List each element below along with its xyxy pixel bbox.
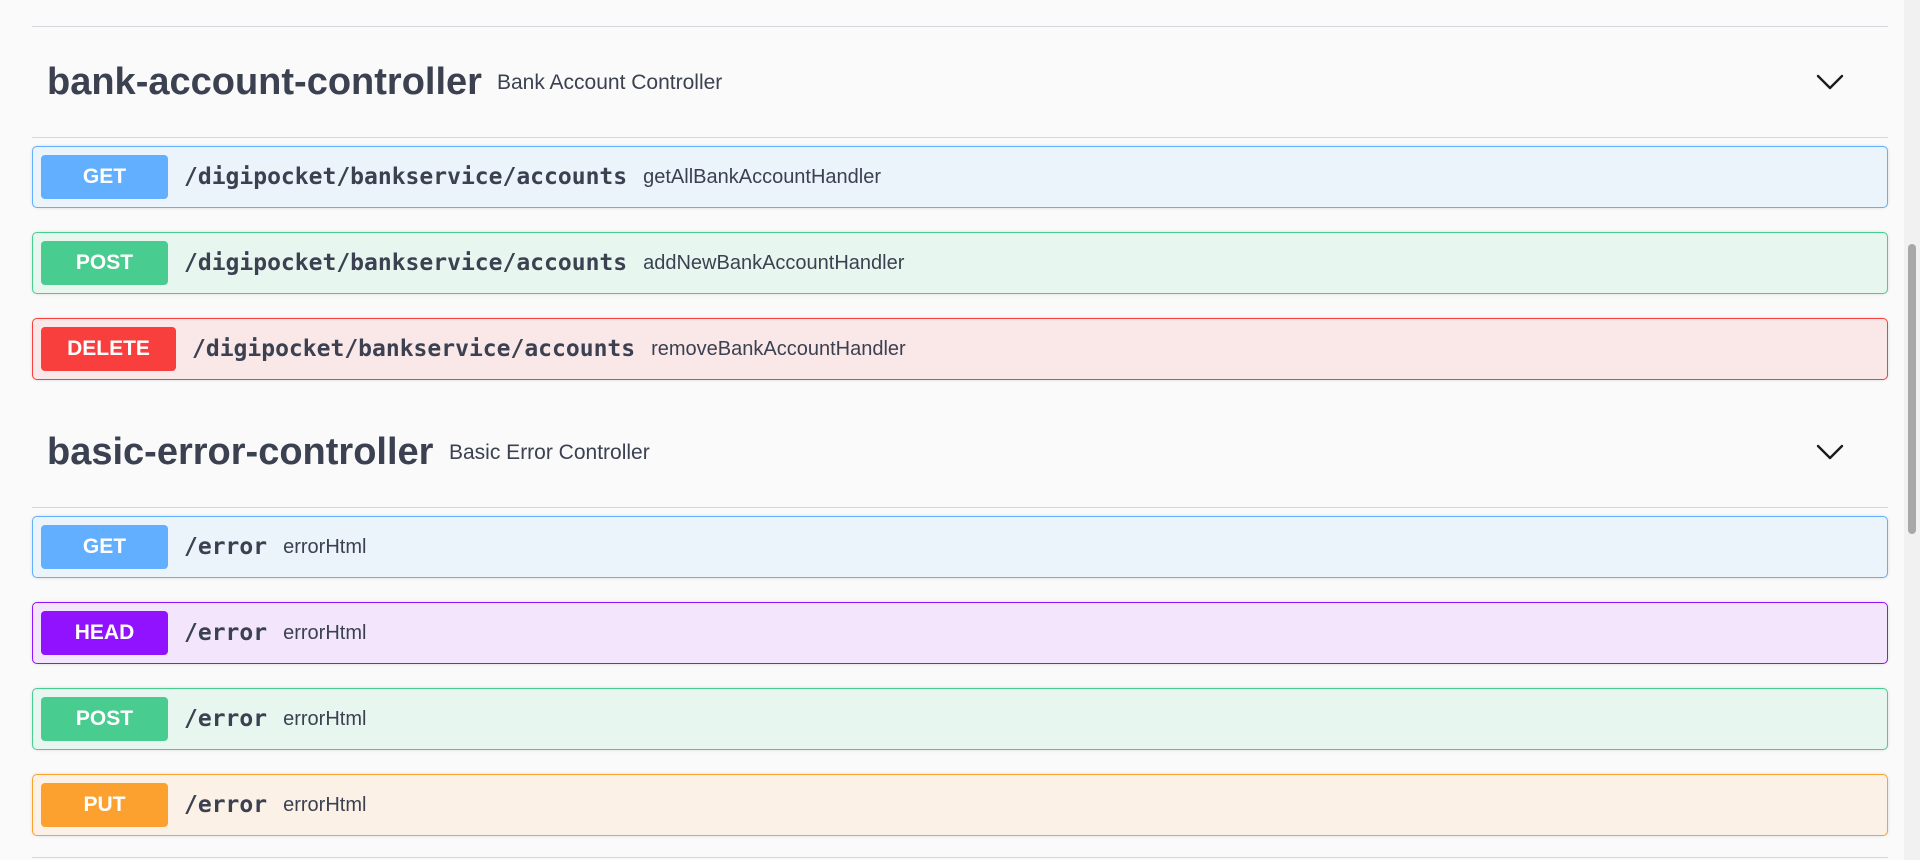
- scrollbar-thumb[interactable]: [1908, 244, 1916, 534]
- method-badge: GET: [41, 525, 168, 569]
- operation-path: /error: [184, 706, 268, 732]
- operation-get-error[interactable]: GET /error errorHtml: [32, 516, 1888, 578]
- operation-path: /digipocket/bankservice/accounts: [184, 250, 628, 276]
- operation-post-error[interactable]: POST /error errorHtml: [32, 688, 1888, 750]
- method-badge: GET: [41, 155, 168, 199]
- swagger-ui-viewport: bank-account-controller Bank Account Con…: [0, 0, 1920, 860]
- chevron-down-icon[interactable]: [1814, 66, 1846, 98]
- operation-summary: getAllBankAccountHandler: [643, 165, 882, 188]
- operation-path: /digipocket/bankservice/accounts: [192, 336, 636, 362]
- operation-put-error[interactable]: PUT /error errorHtml: [32, 774, 1888, 836]
- operation-get-accounts[interactable]: GET /digipocket/bankservice/accounts get…: [32, 146, 1888, 208]
- operations-list: bank-account-controller Bank Account Con…: [0, 0, 1904, 860]
- operation-summary: errorHtml: [283, 707, 367, 730]
- method-badge: PUT: [41, 783, 168, 827]
- operation-path: /error: [184, 620, 268, 646]
- vertical-scrollbar[interactable]: [1904, 0, 1920, 860]
- operation-summary: errorHtml: [283, 793, 367, 816]
- section-divider: [32, 857, 1888, 858]
- operation-path: /digipocket/bankservice/accounts: [184, 164, 628, 190]
- chevron-down-icon[interactable]: [1814, 436, 1846, 468]
- tag-name: basic-error-controller: [47, 431, 434, 473]
- method-badge: HEAD: [41, 611, 168, 655]
- operation-head-error[interactable]: HEAD /error errorHtml: [32, 602, 1888, 664]
- tag-header-bank-account-controller[interactable]: bank-account-controller Bank Account Con…: [32, 27, 1888, 138]
- method-badge: DELETE: [41, 327, 176, 371]
- tag-section-basic-error-controller: basic-error-controller Basic Error Contr…: [32, 397, 1888, 508]
- operation-delete-accounts[interactable]: DELETE /digipocket/bankservice/accounts …: [32, 318, 1888, 380]
- operation-path: /error: [184, 792, 268, 818]
- tag-name: bank-account-controller: [47, 61, 482, 103]
- operation-summary: errorHtml: [283, 621, 367, 644]
- method-badge: POST: [41, 697, 168, 741]
- tag-header-basic-error-controller[interactable]: basic-error-controller Basic Error Contr…: [32, 397, 1888, 508]
- method-badge: POST: [41, 241, 168, 285]
- tag-description: Bank Account Controller: [497, 70, 723, 94]
- operation-summary: addNewBankAccountHandler: [643, 251, 905, 274]
- tag-description: Basic Error Controller: [449, 440, 650, 464]
- operation-path: /error: [184, 534, 268, 560]
- tag-section-bank-account-controller: bank-account-controller Bank Account Con…: [32, 27, 1888, 138]
- operation-summary: errorHtml: [283, 535, 367, 558]
- operation-summary: removeBankAccountHandler: [651, 337, 906, 360]
- operation-post-accounts[interactable]: POST /digipocket/bankservice/accounts ad…: [32, 232, 1888, 294]
